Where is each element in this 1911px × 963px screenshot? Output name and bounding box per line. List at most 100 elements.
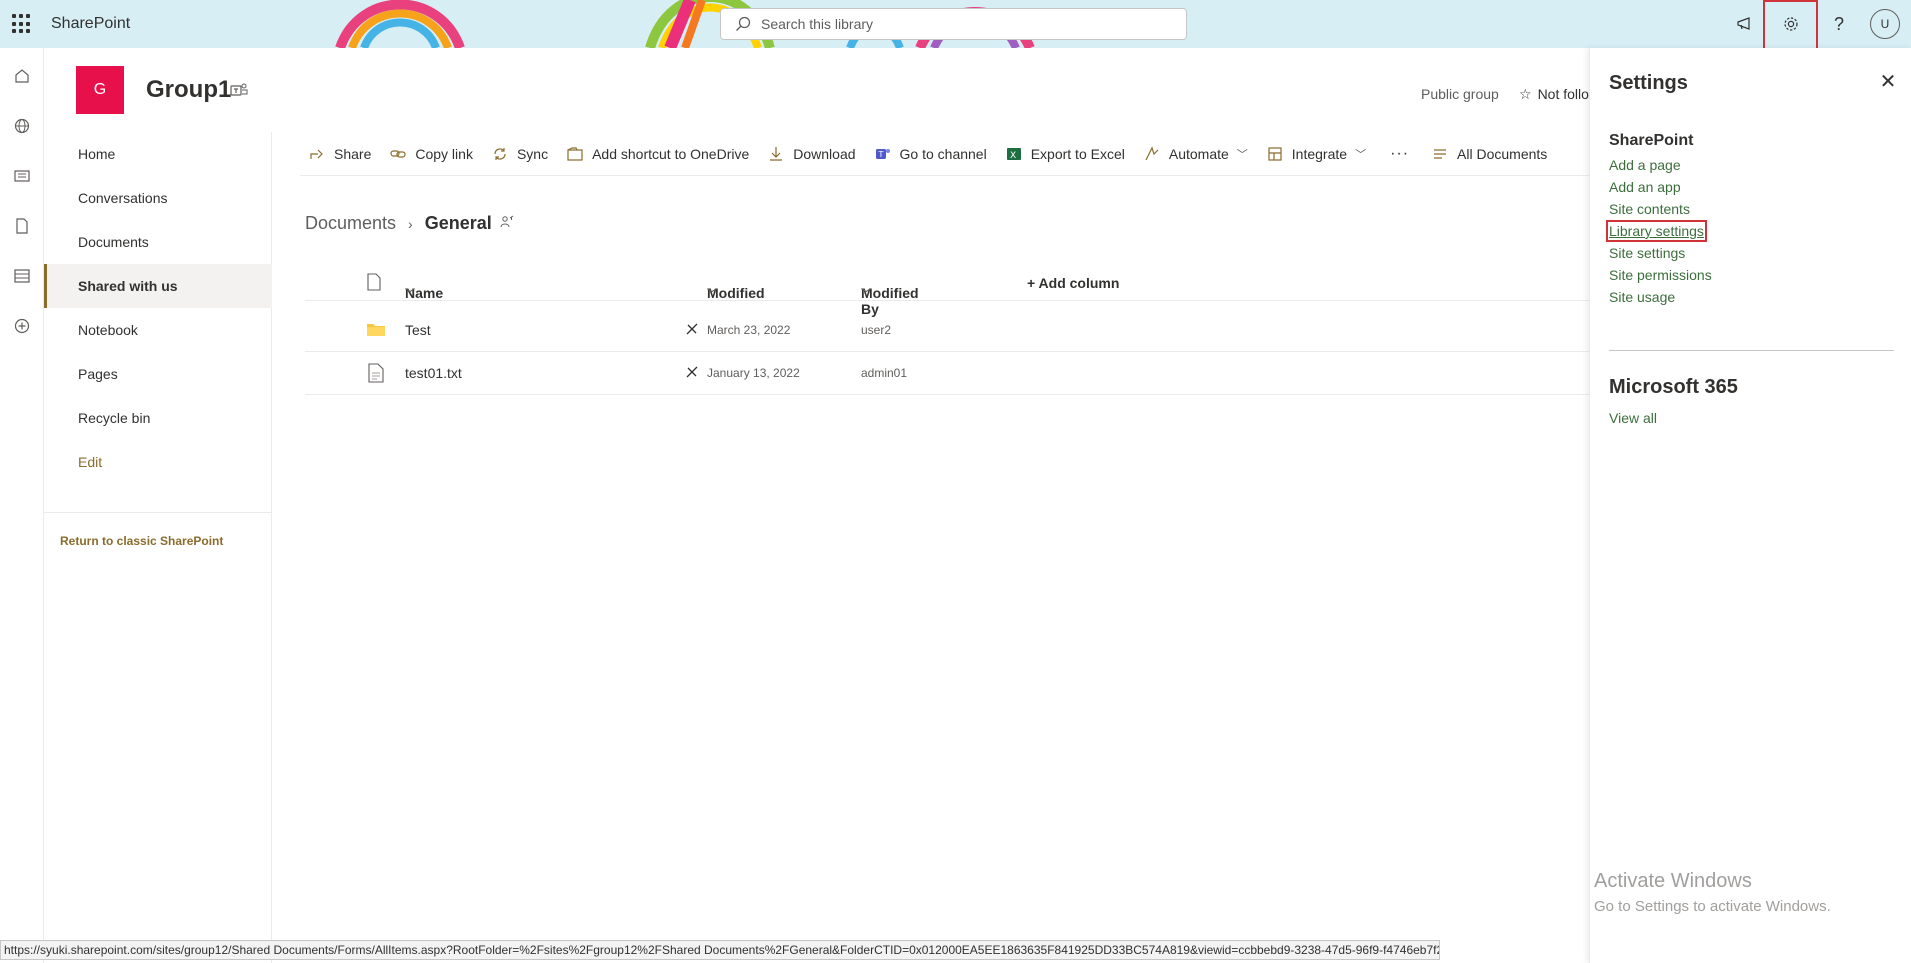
excel-icon: X bbox=[1005, 145, 1023, 163]
view-list-icon bbox=[1431, 145, 1449, 163]
close-icon[interactable]: ✕ bbox=[1877, 70, 1899, 93]
home-icon[interactable] bbox=[10, 64, 34, 88]
automate-button[interactable]: Automate ﹀ bbox=[1135, 132, 1258, 176]
breadcrumb-root[interactable]: Documents bbox=[305, 213, 396, 234]
sharepoint-section-heading: SharePoint bbox=[1609, 132, 1694, 149]
chevron-down-icon: ﹀ bbox=[1355, 148, 1367, 161]
nav-divider bbox=[44, 512, 272, 513]
suite-bar: SharePoint Search this library ? U bbox=[0, 0, 1911, 48]
add-page-link[interactable]: Add a page bbox=[1609, 157, 1681, 173]
export-excel-button[interactable]: X Export to Excel bbox=[997, 132, 1135, 176]
nav-edit-link[interactable]: Edit bbox=[44, 440, 272, 484]
view-selector[interactable]: All Documents bbox=[1423, 132, 1557, 176]
breadcrumb: Documents › General bbox=[305, 213, 514, 234]
megaphone-icon[interactable] bbox=[1725, 8, 1765, 40]
return-to-classic-link[interactable]: Return to classic SharePoint bbox=[60, 534, 223, 548]
nav-item-home[interactable]: Home bbox=[44, 132, 272, 176]
nav-item-conversations[interactable]: Conversations bbox=[44, 176, 272, 220]
download-button[interactable]: Download bbox=[759, 132, 865, 176]
add-column-button[interactable]: + Add column bbox=[1027, 275, 1119, 291]
app-launcher-icon[interactable] bbox=[12, 14, 32, 34]
group-type-label: Public group bbox=[1421, 86, 1499, 102]
automate-label: Automate bbox=[1168, 145, 1229, 162]
shortcut-icon bbox=[566, 145, 584, 163]
nav-label: Documents bbox=[78, 234, 149, 250]
add-app-link[interactable]: Add an app bbox=[1609, 179, 1681, 195]
sync-exclude-icon[interactable] bbox=[685, 322, 699, 339]
nav-item-pages[interactable]: Pages bbox=[44, 352, 272, 396]
download-label: Download bbox=[793, 145, 856, 162]
chevron-down-icon: ﹀ bbox=[861, 289, 871, 300]
chevron-down-icon: ﹀ bbox=[1236, 148, 1248, 161]
share-button[interactable]: Share bbox=[300, 132, 381, 176]
star-icon: ☆ bbox=[1519, 86, 1532, 102]
sync-label: Sync bbox=[516, 145, 549, 162]
library-settings-link[interactable]: Library settings bbox=[1606, 220, 1707, 242]
site-permissions-link[interactable]: Site permissions bbox=[1609, 267, 1712, 283]
add-shortcut-label: Add shortcut to OneDrive bbox=[592, 145, 750, 162]
app-rail bbox=[0, 48, 44, 963]
globe-icon[interactable] bbox=[10, 114, 34, 138]
follow-button[interactable]: ☆ Not following bbox=[1519, 86, 1591, 103]
item-name[interactable]: Test bbox=[405, 322, 431, 338]
file-type-icon[interactable] bbox=[366, 273, 382, 294]
integrate-button[interactable]: Integrate ﹀ bbox=[1258, 132, 1376, 176]
browser-status-url: https://syuki.sharepoint.com/sites/group… bbox=[0, 940, 1440, 960]
nav-label: Pages bbox=[78, 366, 118, 382]
copy-link-button[interactable]: Copy link bbox=[381, 132, 483, 176]
breadcrumb-current[interactable]: General bbox=[425, 213, 492, 234]
nav-item-shared-with-us[interactable]: Shared with us bbox=[44, 264, 272, 308]
share-icon bbox=[308, 145, 326, 163]
app-name[interactable]: SharePoint bbox=[51, 15, 130, 33]
nav-item-documents[interactable]: Documents bbox=[44, 220, 272, 264]
share-label: Share bbox=[334, 145, 372, 162]
help-icon[interactable]: ? bbox=[1819, 8, 1859, 40]
nav-edit-label: Edit bbox=[78, 454, 103, 470]
sync-button[interactable]: Sync bbox=[483, 132, 558, 176]
item-name[interactable]: test01.txt bbox=[405, 365, 462, 381]
nav-item-notebook[interactable]: Notebook bbox=[44, 308, 272, 352]
more-icon: ··· bbox=[1390, 144, 1410, 162]
create-icon[interactable] bbox=[10, 314, 34, 338]
item-modified: January 13, 2022 bbox=[707, 366, 800, 380]
download-icon bbox=[767, 145, 785, 163]
teams-icon bbox=[230, 83, 248, 96]
table-row[interactable]: Test March 23, 2022 user2 bbox=[305, 309, 1589, 352]
site-logo[interactable]: G bbox=[76, 66, 124, 114]
nav-label: Shared with us bbox=[78, 278, 178, 294]
list-icon[interactable] bbox=[10, 264, 34, 288]
activate-windows-subtitle: Go to Settings to activate Windows. bbox=[1594, 898, 1831, 915]
avatar[interactable]: U bbox=[1870, 9, 1900, 39]
export-excel-label: Export to Excel bbox=[1030, 145, 1125, 162]
site-usage-link[interactable]: Site usage bbox=[1609, 289, 1675, 305]
nav-label: Notebook bbox=[78, 322, 138, 338]
site-title[interactable]: Group1 bbox=[146, 76, 231, 104]
copy-link-label: Copy link bbox=[415, 145, 473, 162]
file-icon[interactable] bbox=[10, 214, 34, 238]
svg-text:T: T bbox=[877, 150, 883, 159]
site-header: G Group1 Public group ☆ Not following bbox=[44, 48, 1591, 132]
item-modified: March 23, 2022 bbox=[707, 323, 791, 337]
folder-icon bbox=[366, 321, 386, 340]
go-to-channel-button[interactable]: T Go to channel bbox=[866, 132, 997, 176]
table-row[interactable]: test01.txt January 13, 2022 admin01 bbox=[305, 352, 1589, 395]
item-modified-by[interactable]: admin01 bbox=[861, 366, 907, 380]
sync-exclude-icon[interactable] bbox=[685, 365, 699, 382]
news-icon[interactable] bbox=[10, 164, 34, 188]
view-all-link[interactable]: View all bbox=[1609, 410, 1657, 426]
activate-windows-title: Activate Windows bbox=[1594, 870, 1752, 892]
item-modified-by[interactable]: user2 bbox=[861, 323, 891, 337]
site-contents-link[interactable]: Site contents bbox=[1609, 201, 1690, 217]
chevron-down-icon: ﹀ bbox=[405, 289, 415, 300]
gear-highlight bbox=[1763, 0, 1818, 52]
settings-panel: Settings ✕ SharePoint Add a page Add an … bbox=[1589, 48, 1911, 963]
more-button[interactable]: ··· bbox=[1376, 132, 1423, 176]
add-shortcut-button[interactable]: Add shortcut to OneDrive bbox=[558, 132, 759, 176]
nav-item-recycle-bin[interactable]: Recycle bin bbox=[44, 396, 272, 440]
site-navigation: Home Conversations Documents Shared with… bbox=[44, 132, 272, 963]
command-bar: Share Copy link Sync Add shortcut to One… bbox=[300, 132, 1589, 176]
integrate-label: Integrate bbox=[1291, 145, 1348, 162]
site-settings-link[interactable]: Site settings bbox=[1609, 245, 1685, 261]
search-icon bbox=[736, 16, 751, 31]
search-box[interactable]: Search this library bbox=[720, 8, 1187, 40]
